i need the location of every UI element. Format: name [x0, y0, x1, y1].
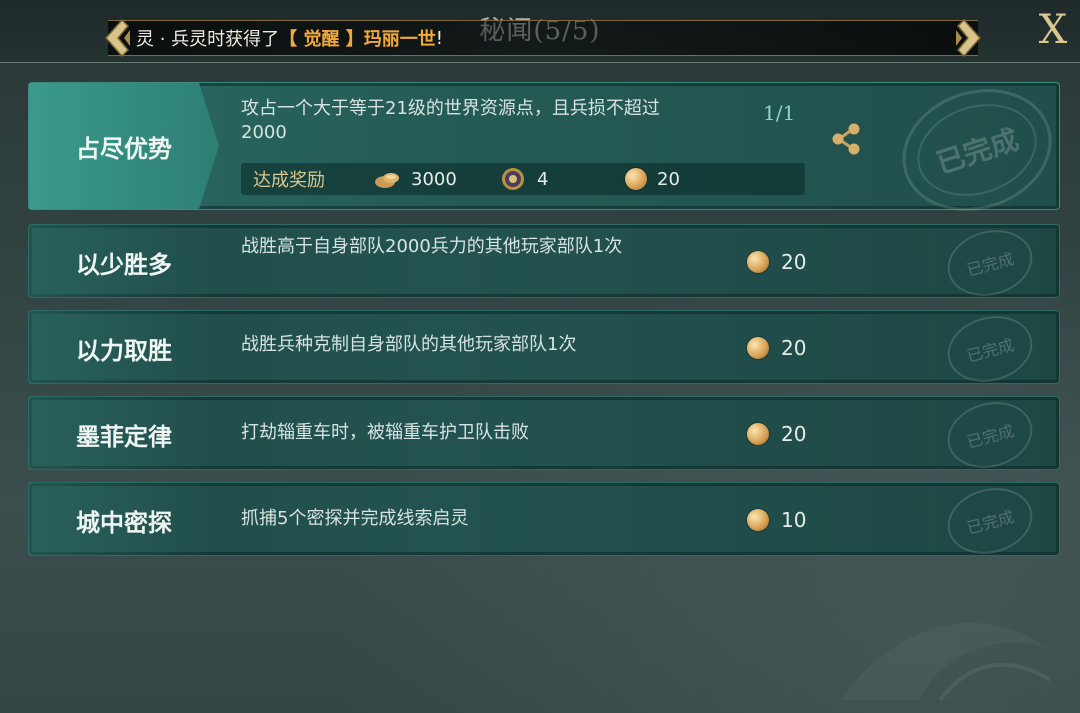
task-reward: 20 — [747, 422, 806, 446]
background-ornament — [840, 622, 1052, 702]
task-description: 抓捕5个密探并完成线索启灵 — [241, 508, 469, 529]
task-reward: 10 — [747, 508, 806, 532]
task-row[interactable]: 墨菲定律 打劫辎重车时，被辎重车护卫队击败 20 已完成 — [28, 392, 1060, 478]
medal-icon — [502, 168, 524, 190]
task-progress: 1/1 — [763, 101, 796, 125]
task-row-featured[interactable]: 占尽优势 攻占一个大于等于21级的世界资源点，且兵损不超过2000 1/1 达成… — [28, 70, 1068, 230]
task-name: 占尽优势 — [76, 135, 172, 163]
completed-stamp: 已完成 — [940, 392, 1040, 478]
gold-coin-icon — [625, 168, 647, 190]
reward-item-bread: 3000 — [373, 167, 499, 191]
task-name-tab: 墨菲定律 — [29, 397, 219, 469]
announcement-banner: 灵 · 兵灵时获得了 【 觉醒 】玛丽一世 ! — [108, 20, 978, 56]
reward-item-gold: 20 — [625, 168, 680, 190]
banner-highlight: 【 觉醒 】玛丽一世 — [279, 29, 436, 50]
task-description: 战胜兵种克制自身部队的其他玩家部队1次 — [241, 334, 577, 355]
reward-label: 达成奖励 — [253, 170, 325, 191]
banner-suffix: ! — [435, 27, 443, 49]
task-name-tab: 城中密探 — [29, 483, 219, 555]
reward-bar: 达成奖励 3000 4 20 — [241, 163, 805, 195]
completed-stamp: 已完成 — [940, 306, 1040, 392]
completed-stamp: 已完成 — [940, 220, 1040, 306]
task-description: 打劫辎重车时，被辎重车护卫队击败 — [241, 422, 529, 443]
completed-stamp: 已完成 — [886, 70, 1068, 230]
task-name: 城中密探 — [76, 509, 172, 537]
reward-amount: 10 — [781, 508, 807, 532]
reward-amount: 20 — [781, 336, 807, 360]
task-row[interactable]: 以力取胜 战胜兵种克制自身部队的其他玩家部队1次 20 已完成 — [28, 306, 1060, 392]
gold-coin-icon — [747, 337, 769, 359]
close-button[interactable]: X — [1030, 6, 1076, 54]
gold-coin-icon — [747, 251, 769, 273]
reward-amount: 4 — [537, 168, 549, 190]
task-name: 墨菲定律 — [76, 423, 172, 451]
previous-arrow-icon[interactable] — [100, 16, 134, 60]
task-name-tab: 占尽优势 — [29, 83, 219, 209]
task-description: 攻占一个大于等于21级的世界资源点，且兵损不超过2000 — [241, 98, 660, 143]
task-row[interactable]: 城中密探 抓捕5个密探并完成线索启灵 10 已完成 — [28, 478, 1060, 564]
reward-amount: 3000 — [411, 168, 457, 190]
banner-prefix: 灵 · 兵灵时获得了 — [136, 29, 280, 50]
task-name: 以少胜多 — [76, 251, 172, 279]
gold-coin-icon — [747, 509, 769, 531]
task-reward: 20 — [747, 336, 806, 360]
task-name-tab: 以少胜多 — [29, 225, 219, 297]
task-name: 以力取胜 — [76, 337, 172, 365]
share-icon[interactable] — [829, 121, 863, 157]
task-reward: 20 — [747, 250, 806, 274]
task-name-tab: 以力取胜 — [29, 311, 219, 383]
reward-amount: 20 — [781, 422, 807, 446]
reward-item-medal: 4 — [499, 167, 625, 191]
task-description: 战胜高于自身部队2000兵力的其他玩家部队1次 — [241, 236, 623, 257]
reward-amount: 20 — [657, 168, 680, 190]
next-arrow-icon[interactable] — [952, 16, 986, 60]
completed-stamp: 已完成 — [940, 478, 1040, 564]
gold-coin-icon — [747, 423, 769, 445]
reward-amount: 20 — [781, 250, 807, 274]
bread-icon — [375, 173, 399, 188]
task-row[interactable]: 以少胜多 战胜高于自身部队2000兵力的其他玩家部队1次 20 已完成 — [28, 220, 1060, 306]
